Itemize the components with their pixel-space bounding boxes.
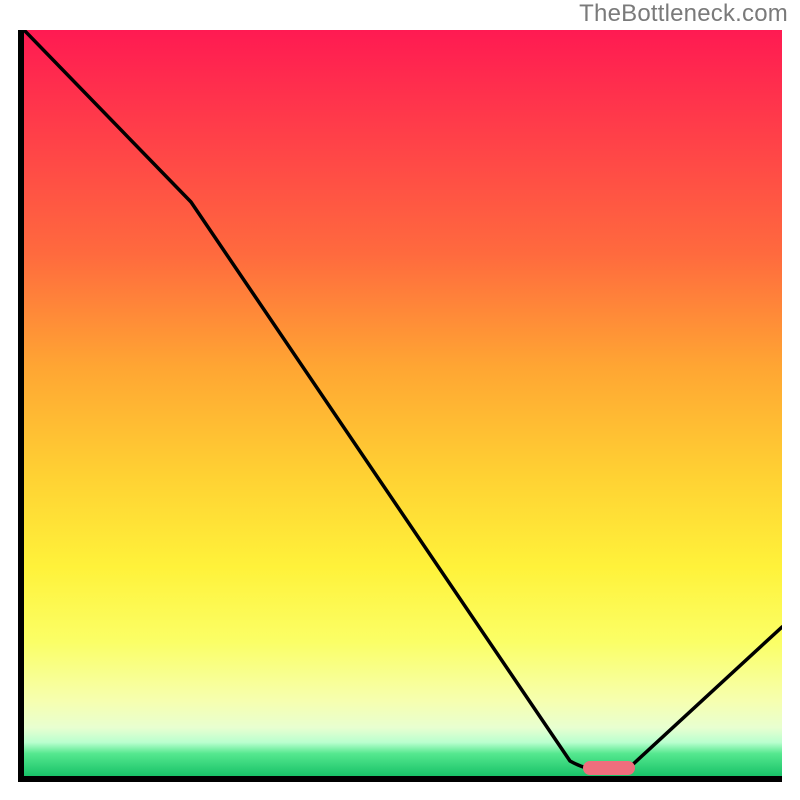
curve-path [24,30,782,770]
watermark-text: TheBottleneck.com [579,0,788,28]
chart-container: TheBottleneck.com [0,0,800,800]
chart-svg [24,30,782,776]
minimum-marker [583,761,635,775]
plot-area [18,30,782,782]
